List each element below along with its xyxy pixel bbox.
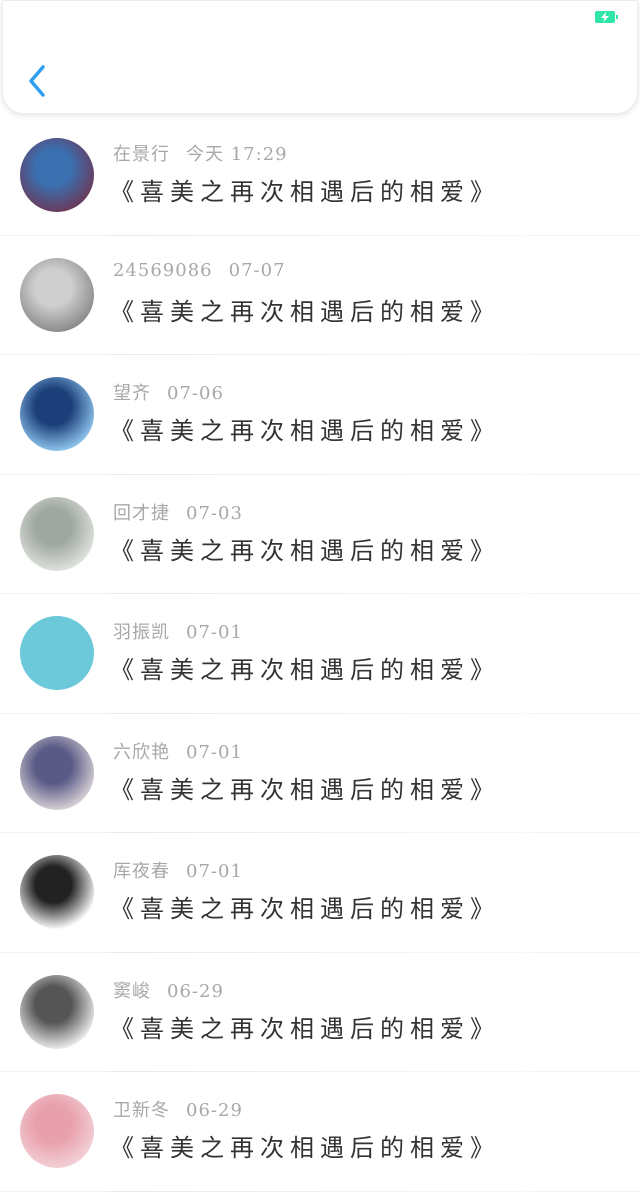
- battery-icon: [595, 11, 618, 23]
- item-title: 《喜美之再次相遇后的相爱》: [110, 656, 500, 684]
- item-meta: 厍夜春 07-01: [113, 857, 243, 883]
- back-button[interactable]: [25, 63, 51, 99]
- list-item[interactable]: 望齐 07-06 《喜美之再次相遇后的相爱》: [0, 355, 640, 475]
- item-meta: 窦峻 06-29: [113, 977, 224, 1003]
- list-item[interactable]: 厍夜春 07-01 《喜美之再次相遇后的相爱》: [0, 833, 640, 953]
- avatar: [20, 974, 94, 1049]
- post-date: 07-01: [186, 622, 243, 643]
- list-item[interactable]: 羽振凯 07-01 《喜美之再次相遇后的相爱》: [0, 594, 640, 714]
- avatar: [20, 138, 94, 212]
- item-title: 《喜美之再次相遇后的相爱》: [110, 895, 500, 923]
- item-meta: 在景行 今天 17:29: [113, 140, 288, 166]
- list-item[interactable]: 24569086 07-07 《喜美之再次相遇后的相爱》: [0, 236, 640, 355]
- item-meta: 24569086 07-07: [113, 260, 286, 281]
- post-date: 07-03: [186, 502, 243, 524]
- item-meta: 六欣艳 07-01: [113, 738, 243, 764]
- item-meta: 回才捷 07-03: [113, 499, 243, 525]
- avatar: [20, 1094, 94, 1168]
- item-title: 《喜美之再次相遇后的相爱》: [110, 297, 500, 326]
- author-name: 在景行: [113, 144, 170, 165]
- post-date: 06-29: [167, 980, 224, 1002]
- charging-bolt-icon: [601, 12, 609, 22]
- avatar: [20, 855, 94, 929]
- author-name: 窦峻: [113, 980, 151, 1002]
- list-item[interactable]: 窦峻 06-29 《喜美之再次相遇后的相爱》: [0, 953, 640, 1072]
- avatar: [20, 616, 94, 690]
- message-list: 在景行 今天 17:29 《喜美之再次相遇后的相爱》 24569086 07-07 《喜美…: [0, 116, 640, 1192]
- list-item[interactable]: 回才捷 07-03 《喜美之再次相遇后的相爱》: [0, 475, 640, 594]
- list-item[interactable]: 卫新冬 06-29 《喜美之再次相遇后的相爱》: [0, 1072, 640, 1192]
- item-title: 《喜美之再次相遇后的相爱》: [110, 1014, 500, 1043]
- post-date: 07-01: [186, 741, 243, 763]
- item-title: 《喜美之再次相遇后的相爱》: [110, 536, 500, 565]
- top-bar: [2, 0, 638, 114]
- author-name: 望齐: [113, 383, 151, 404]
- item-title: 《喜美之再次相遇后的相爱》: [110, 1134, 500, 1162]
- post-date: 今天 17:29: [186, 144, 288, 165]
- item-title: 《喜美之再次相遇后的相爱》: [110, 417, 500, 445]
- author-name: 24569086: [113, 259, 213, 281]
- avatar: [20, 735, 94, 810]
- avatar: [20, 257, 94, 332]
- chevron-left-icon: [29, 65, 45, 97]
- post-date: 07-01: [186, 861, 243, 882]
- post-date: 07-06: [167, 383, 224, 404]
- item-title: 《喜美之再次相遇后的相爱》: [110, 775, 500, 804]
- item-meta: 望齐 07-06: [113, 379, 224, 405]
- list-item[interactable]: 在景行 今天 17:29 《喜美之再次相遇后的相爱》: [0, 116, 640, 236]
- author-name: 卫新冬: [113, 1100, 170, 1121]
- item-meta: 卫新冬 06-29: [113, 1096, 243, 1122]
- author-name: 羽振凯: [113, 622, 170, 643]
- author-name: 回才捷: [113, 502, 170, 524]
- item-title: 《喜美之再次相遇后的相爱》: [110, 178, 500, 206]
- post-date: 07-07: [228, 259, 286, 281]
- item-meta: 羽振凯 07-01: [113, 618, 243, 644]
- author-name: 六欣艳: [113, 741, 170, 763]
- author-name: 厍夜春: [113, 861, 170, 882]
- avatar: [20, 377, 94, 451]
- post-date: 06-29: [186, 1100, 243, 1121]
- list-item[interactable]: 六欣艳 07-01 《喜美之再次相遇后的相爱》: [0, 714, 640, 833]
- avatar: [20, 496, 94, 571]
